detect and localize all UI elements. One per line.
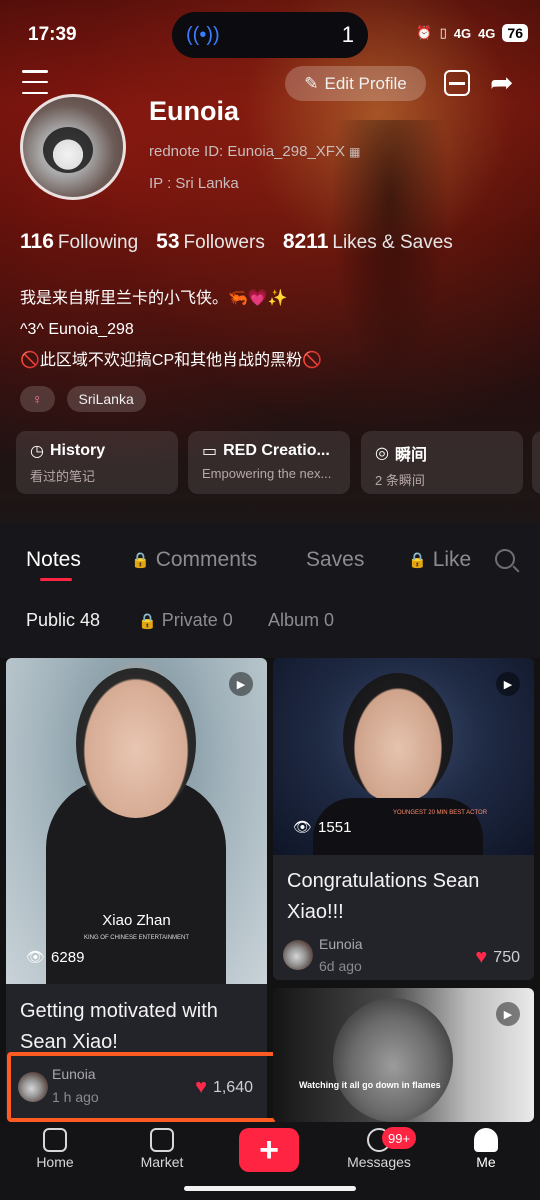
creation-icon: ▭ <box>202 443 218 460</box>
view-count: 👁 1551 <box>293 818 352 837</box>
play-icon: ▶ <box>229 672 253 696</box>
island-number: 1 <box>341 22 354 47</box>
subtab-album[interactable]: Album 0 <box>268 610 334 631</box>
subtab-public[interactable]: Public 48 <box>26 610 100 631</box>
highlight-annotation <box>7 1052 277 1122</box>
gender-tag: ♀ <box>20 386 55 412</box>
ip-location: IP : Sri Lanka <box>149 175 239 192</box>
play-icon: ▶ <box>496 1002 520 1026</box>
menu-icon[interactable] <box>22 70 48 94</box>
note-card[interactable]: ▶ Watching it all go down in flames <box>273 988 534 1122</box>
tabs-area <box>0 523 540 658</box>
home-indicator <box>184 1186 356 1191</box>
home-icon <box>43 1128 67 1152</box>
lock-icon: 🔒 <box>138 612 157 630</box>
tab-likes[interactable]: 🔒 Like <box>408 548 476 572</box>
moment-icon: ◎ <box>375 445 389 462</box>
author-avatar <box>283 940 313 970</box>
thumbnail-caption: YOUNGEST 20 MIN BEST ACTOR <box>393 810 488 816</box>
signal-2: 4G <box>478 25 496 41</box>
following-stat[interactable]: 116 Following <box>20 230 138 254</box>
history-icon: ◷ <box>30 443 44 460</box>
view-count: 👁 6289 <box>26 948 85 967</box>
bio-line: ^3^ Eunoia_298 <box>20 321 134 338</box>
status-icons: ⏰ ▯ 4G 4G 76 <box>416 24 528 42</box>
pencil-icon: ✎ <box>304 73 319 93</box>
thumbnail-caption: Watching it all go down in flames <box>299 1080 441 1090</box>
vibrate-icon: ▯ <box>439 25 447 40</box>
thumbnail-face <box>333 998 453 1122</box>
thumbnail-subcaption: KING OF CHINESE ENTERTAINMENT <box>83 935 190 941</box>
signal-1: 4G <box>453 25 472 41</box>
create-post-button[interactable]: + <box>239 1128 299 1172</box>
bio-line: 我是来自斯里兰卡的小飞侠。🦐💗✨ <box>20 290 288 307</box>
username: Eunoia <box>149 96 240 126</box>
dynamic-island[interactable]: ((•)) 1 <box>172 12 368 58</box>
note-title: Getting motivated with Sean Xiao! <box>20 1000 218 1053</box>
qr-icon[interactable]: ▦ <box>349 145 360 159</box>
note-title: Congratulations Sean Xiao!!! <box>287 870 480 923</box>
tab-saves[interactable]: Saves <box>306 548 364 572</box>
tab-comments[interactable]: 🔒 Comments <box>131 548 257 572</box>
person-icon <box>474 1128 498 1152</box>
lock-icon: 🔒 <box>131 552 150 569</box>
messages-badge: 99+ <box>382 1127 417 1149</box>
profile-tags: ♀ SriLanka <box>20 386 146 412</box>
rednote-id-text: rednote ID: Eunoia_298_XFX <box>149 143 345 160</box>
tab-notes[interactable]: Notes <box>26 548 81 572</box>
eye-icon: 👁 <box>26 949 46 966</box>
more-card-edge[interactable] <box>532 431 540 494</box>
nav-home[interactable]: Home <box>15 1128 95 1170</box>
like-button[interactable]: ♥ 750 <box>475 946 520 969</box>
rednote-id[interactable]: rednote ID: Eunoia_298_XFX ▦ <box>149 143 360 160</box>
edit-profile-button[interactable]: ✎ Edit Profile <box>285 66 426 101</box>
thumbnail-caption: Xiao Zhan <box>102 912 171 929</box>
note-thumbnail[interactable]: ▶ Watching it all go down in flames <box>273 988 534 1122</box>
author-name: Eunoia <box>319 936 363 952</box>
note-thumbnail[interactable]: ▶ Xiao Zhan KING OF CHINESE ENTERTAINMEN… <box>6 658 267 984</box>
scan-icon[interactable] <box>444 70 470 96</box>
note-card[interactable]: ▶ YOUNGEST 20 MIN BEST ACTOR 👁 1551 Congr… <box>273 658 534 980</box>
battery-icon: 76 <box>502 24 528 42</box>
red-creation-card[interactable]: ▭ RED Creatio... Empowering the nex... <box>188 431 350 494</box>
followers-stat[interactable]: 53 Followers <box>156 230 265 254</box>
eye-icon: 👁 <box>293 819 313 836</box>
share-icon[interactable]: ➦ <box>490 66 513 99</box>
history-card[interactable]: ◷ History 看过的笔记 <box>16 431 178 494</box>
play-icon: ▶ <box>496 672 520 696</box>
search-icon[interactable] <box>495 549 515 569</box>
broadcast-icon: ((•)) <box>186 23 220 46</box>
heart-icon: ♥ <box>475 946 488 968</box>
bio: 我是来自斯里兰卡的小飞侠。🦐💗✨ ^3^ Eunoia_298 🚫此区域不欢迎搞… <box>20 283 322 376</box>
tab-underline <box>40 578 72 581</box>
market-icon <box>150 1128 174 1152</box>
nav-me[interactable]: Me <box>446 1128 526 1170</box>
profile-stats: 116 Following 53 Followers 8211 Likes & Sav… <box>20 230 453 254</box>
edit-profile-label: Edit Profile <box>324 73 407 93</box>
alarm-icon: ⏰ <box>416 25 433 40</box>
subtab-private[interactable]: 🔒 Private 0 <box>138 610 233 631</box>
moment-card[interactable]: ◎ 瞬间 2 条瞬间 <box>361 431 523 494</box>
thumbnail-face <box>76 668 196 818</box>
nav-market[interactable]: Market <box>122 1128 202 1170</box>
lock-icon: 🔒 <box>408 552 427 569</box>
bio-line: 🚫此区域不欢迎搞CP和其他肖战的黑粉🚫 <box>20 352 323 369</box>
post-time: 6d ago <box>319 958 362 974</box>
note-thumbnail[interactable]: ▶ YOUNGEST 20 MIN BEST ACTOR 👁 1551 <box>273 658 534 855</box>
status-time: 17:39 <box>28 24 77 45</box>
location-tag: SriLanka <box>66 386 146 412</box>
avatar[interactable] <box>20 94 126 200</box>
thumbnail-face <box>343 673 453 803</box>
likes-saves-stat[interactable]: 8211 Likes & Saves <box>283 230 453 254</box>
